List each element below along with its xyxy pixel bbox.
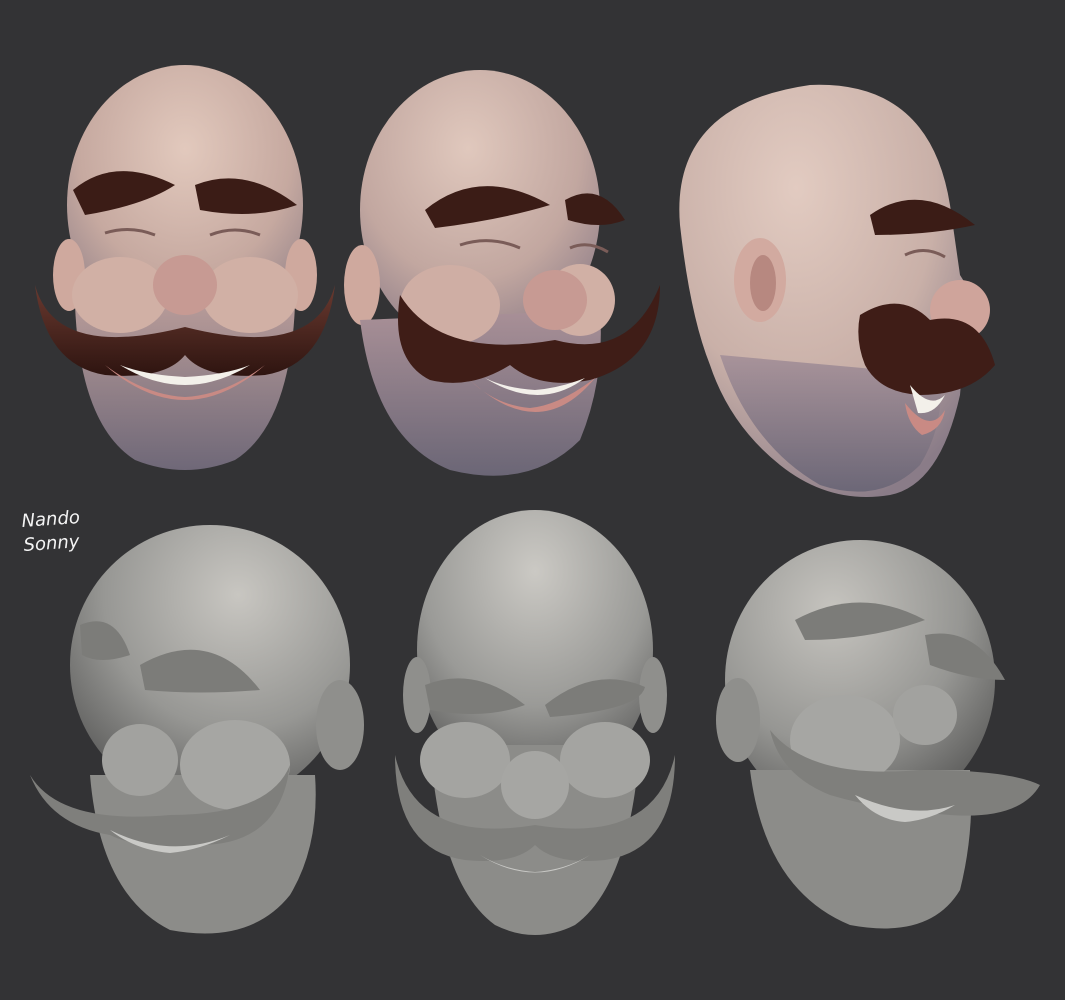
signature-line-2: Sonny	[23, 531, 81, 556]
nose	[893, 685, 957, 745]
clay-head-three-quarter-right	[716, 540, 1040, 929]
clay-head-three-quarter-left	[30, 525, 364, 934]
nose	[523, 270, 587, 330]
painted-head-front	[35, 65, 335, 470]
cheek-left	[420, 722, 510, 798]
painted-head-three-quarter	[344, 70, 660, 476]
nose	[102, 724, 178, 796]
ear-left	[344, 245, 380, 325]
nose	[153, 255, 217, 315]
sculpt-turnaround-sheet: Nando Sonny	[0, 0, 1065, 1000]
nose	[501, 751, 569, 819]
ear-left	[403, 657, 431, 733]
clay-head-front-low	[395, 510, 675, 935]
ear	[316, 680, 364, 770]
signature-line-1: Nando	[21, 507, 81, 532]
ear-right	[639, 657, 667, 733]
brow-right	[565, 193, 625, 225]
painted-head-profile	[679, 84, 995, 498]
cheek-right	[560, 722, 650, 798]
cheek-left	[72, 257, 168, 333]
ear-inner	[750, 255, 776, 311]
ear	[716, 678, 760, 762]
artist-signature: Nando Sonny	[21, 507, 81, 556]
cheek-right	[202, 257, 298, 333]
